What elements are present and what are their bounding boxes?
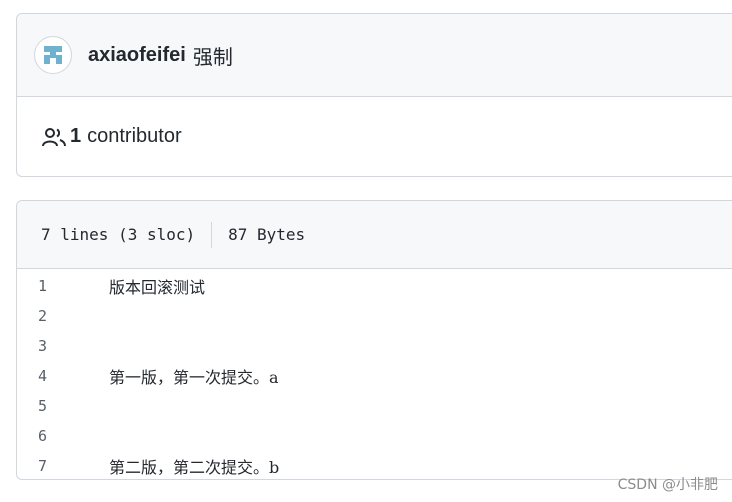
avatar[interactable] [34, 36, 72, 74]
code-line: 4 第一版，第一次提交。a [17, 361, 732, 391]
file-lines-info: 7 lines (3 sloc) [41, 225, 196, 244]
latest-commit-box: axiaofeifei 强制 1 contributor [16, 13, 732, 177]
line-number[interactable]: 1 [17, 277, 77, 295]
header-divider [211, 221, 213, 248]
file-viewer: 7 lines (3 sloc) 87 Bytes 1 版本回滚测试 2 3 4… [16, 200, 732, 480]
line-number[interactable]: 4 [17, 367, 77, 385]
code-line: 6 [17, 421, 732, 451]
commit-message-link[interactable]: 强制 [193, 41, 233, 70]
contributors-row[interactable]: 1 contributor [17, 97, 732, 176]
line-content: 版本回滚测试 [109, 278, 206, 297]
line-number[interactable]: 5 [17, 397, 77, 415]
line-number[interactable]: 2 [17, 307, 77, 325]
code-line: 2 [17, 301, 732, 331]
commit-header: axiaofeifei 强制 [17, 14, 732, 97]
file-size: 87 Bytes [228, 225, 306, 244]
file-info-header: 7 lines (3 sloc) 87 Bytes [17, 201, 732, 269]
line-content: 第一版，第一次提交。a [109, 368, 279, 387]
contributor-label: contributor [87, 125, 182, 147]
code-line: 1 版本回滚测试 [17, 271, 732, 301]
people-icon [42, 127, 66, 146]
commit-author-link[interactable]: axiaofeifei [88, 44, 186, 67]
line-number[interactable]: 3 [17, 337, 77, 355]
code-area: 1 版本回滚测试 2 3 4 第一版，第一次提交。a 5 6 7 第二版，第二次… [17, 269, 732, 479]
pixel-identicon-icon [44, 46, 62, 64]
line-number[interactable]: 6 [17, 427, 77, 445]
code-line: 3 [17, 331, 732, 361]
code-line: 5 [17, 391, 732, 421]
watermark: CSDN @小非肥 [617, 477, 718, 493]
line-number[interactable]: 7 [17, 457, 77, 475]
contributor-count: 1 [70, 125, 82, 147]
line-content: 第二版，第二次提交。b [109, 458, 280, 477]
